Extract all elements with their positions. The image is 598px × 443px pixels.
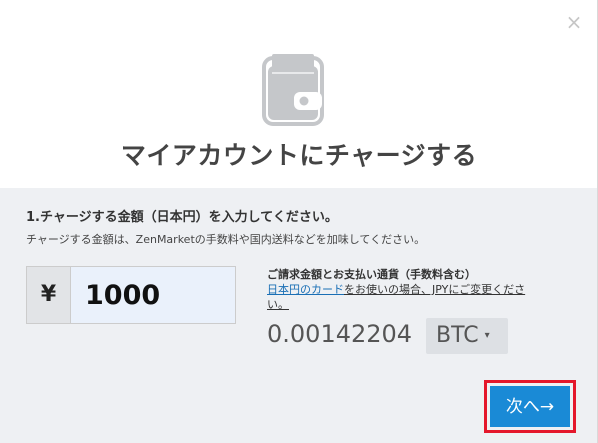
amount-field: ¥ <box>26 266 236 324</box>
converted-amount: 0.00142204 <box>267 320 413 348</box>
wallet-icon <box>262 54 324 126</box>
payment-note-text-2: い。 <box>267 298 289 311</box>
amount-hint: チャージする金額は、ZenMarketの手数料や国内送料などを加味してください。 <box>26 233 426 246</box>
currency-select[interactable]: BTC ▾ <box>426 318 508 354</box>
next-button[interactable]: 次へ→ <box>490 386 570 427</box>
amount-input[interactable] <box>71 267 233 323</box>
payment-title: ご請求金額とお支払い通貨（手数料含む） <box>267 268 476 281</box>
currency-value: BTC <box>436 323 479 348</box>
step-label: 1.チャージする金額（日本円）を入力してください。 <box>26 210 338 225</box>
payment-note-text: をお使いの場合、JPYにご変更くださ <box>344 283 526 296</box>
chevron-down-icon: ▾ <box>484 330 490 341</box>
dialog-title: マイアカウントにチャージする <box>120 141 478 170</box>
jpy-card-link[interactable]: 日本円のカード <box>267 283 344 296</box>
payment-note: 日本円のカードをお使いの場合、JPYにご変更くださ い。 <box>267 282 557 312</box>
yen-symbol: ¥ <box>27 267 71 323</box>
close-icon[interactable]: × <box>564 12 584 32</box>
